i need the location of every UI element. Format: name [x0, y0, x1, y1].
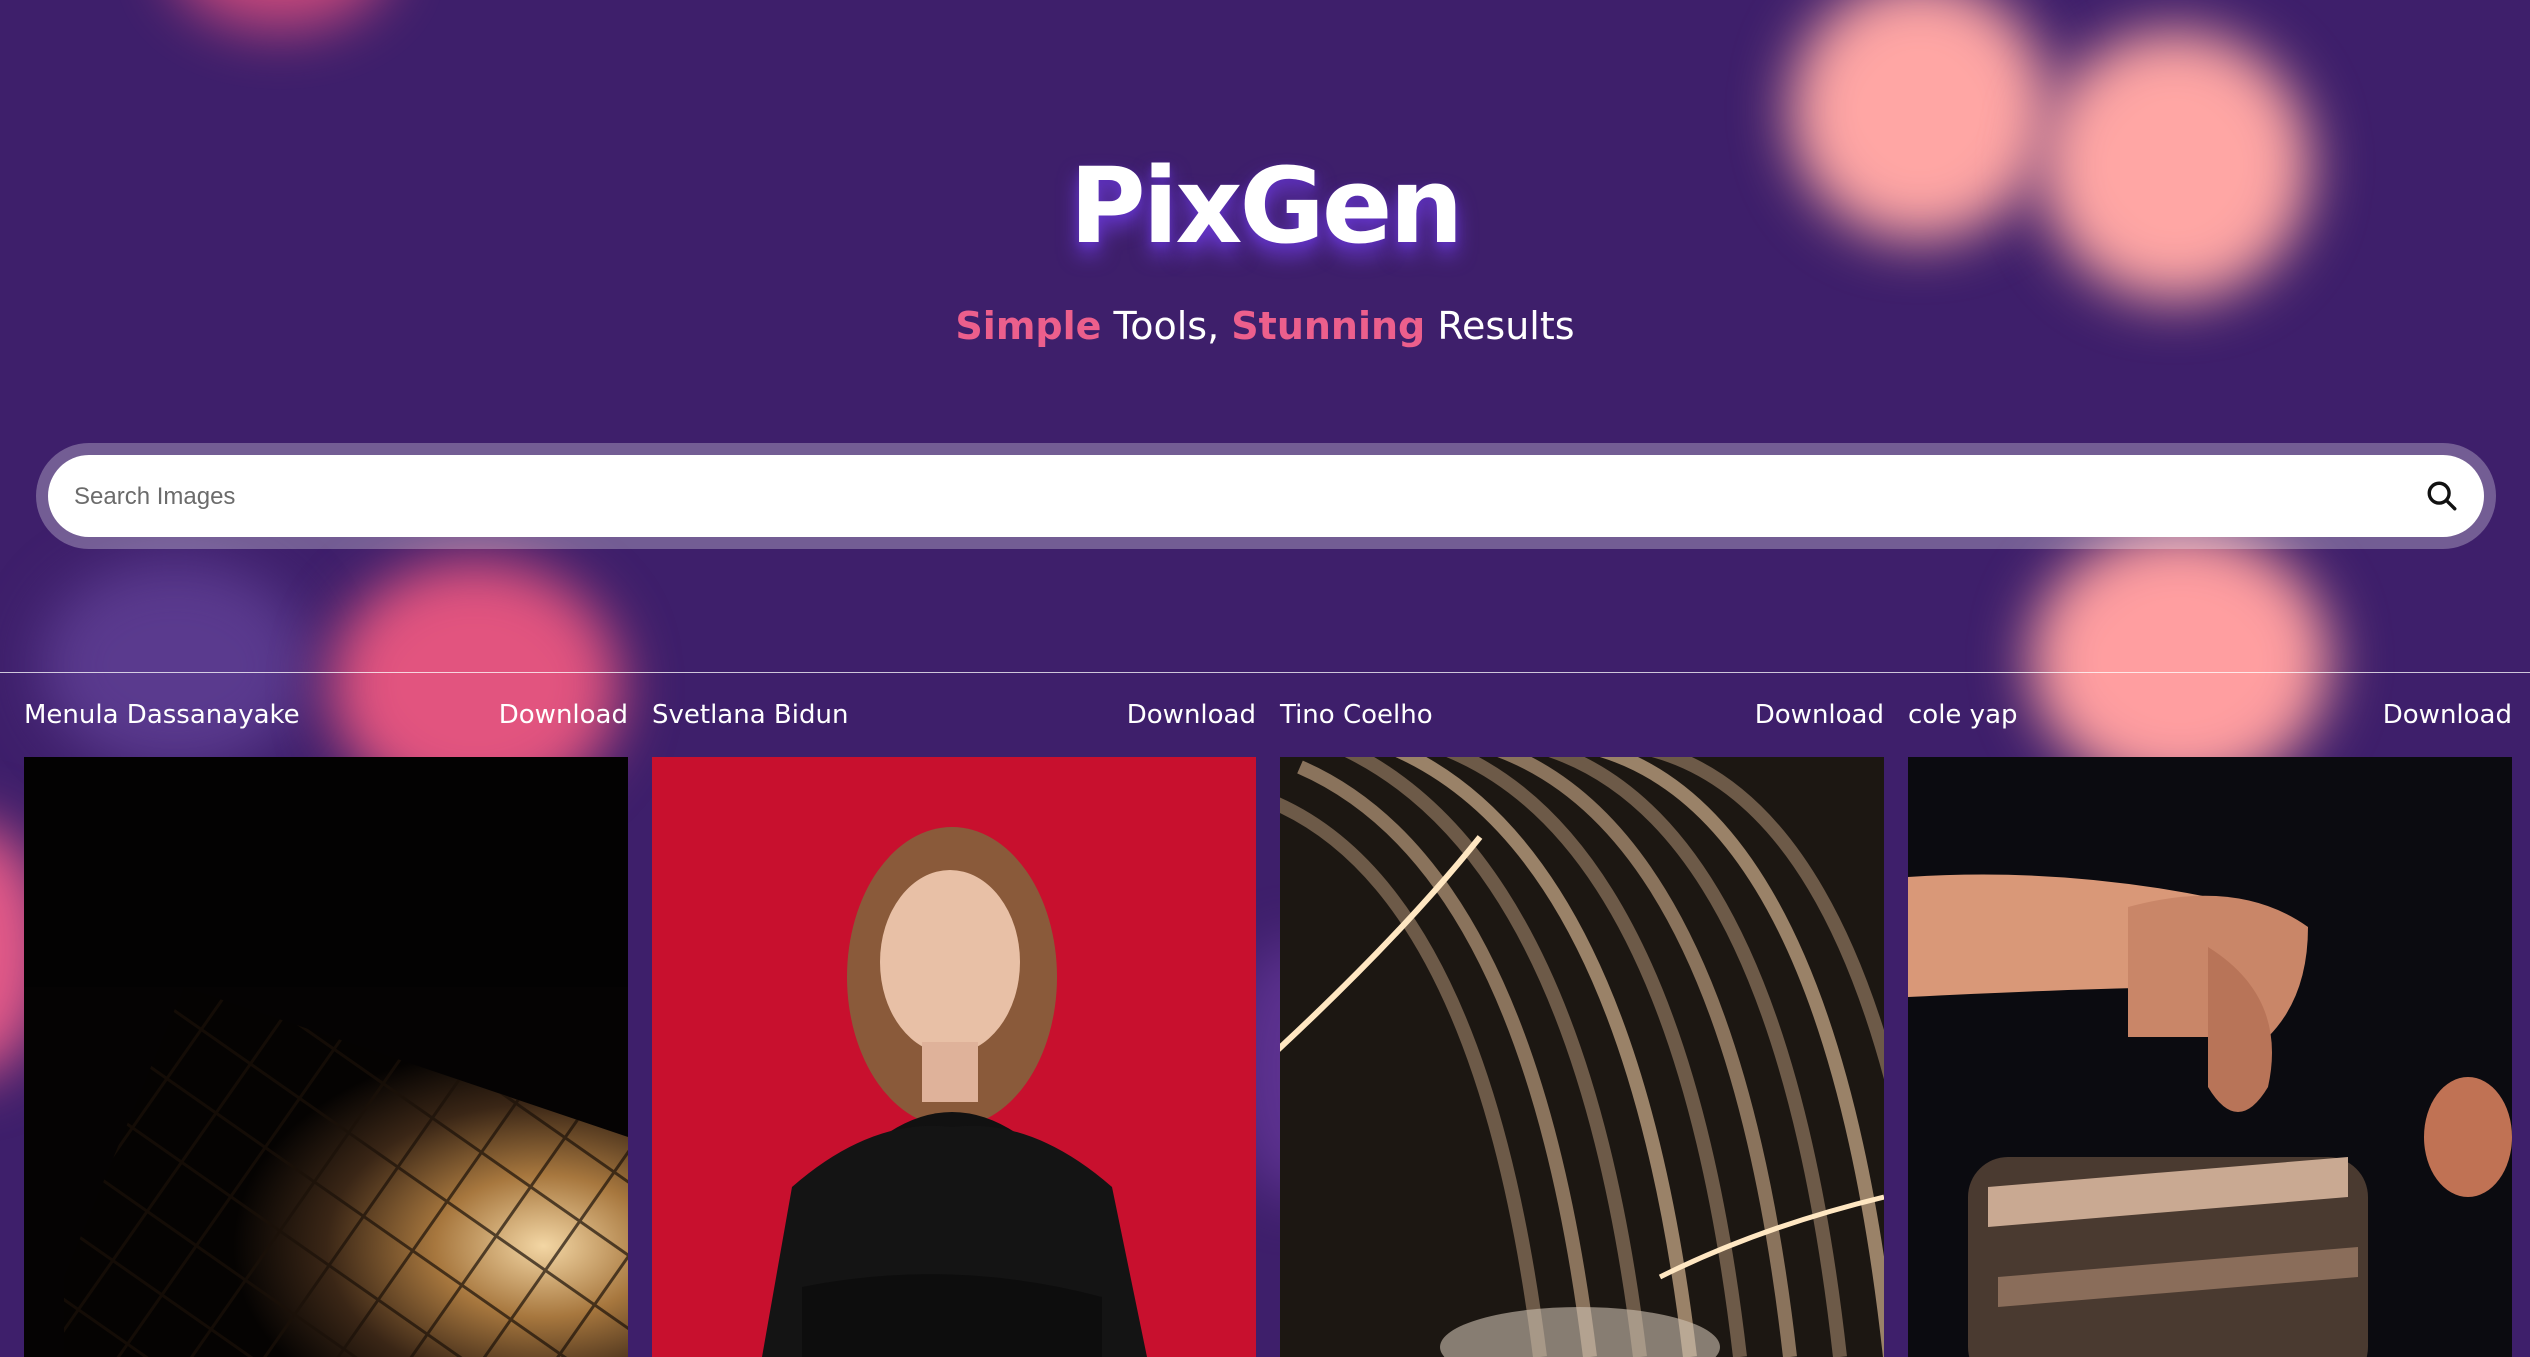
search-bar	[36, 443, 2496, 549]
result-card: cole yap Download	[1908, 696, 2512, 1357]
author-name[interactable]: Tino Coelho	[1280, 700, 1433, 730]
section-divider	[0, 672, 2530, 673]
result-card: Tino Coelho Download	[1280, 696, 1884, 1357]
result-image[interactable]	[1908, 757, 2512, 1357]
author-name[interactable]: Menula Dassanayake	[24, 700, 300, 730]
card-header: Svetlana Bidun Download	[652, 696, 1256, 736]
result-image[interactable]	[1280, 757, 1884, 1357]
search-input[interactable]	[72, 455, 2376, 539]
result-card: Svetlana Bidun Download	[652, 696, 1256, 1357]
search-box	[48, 455, 2484, 539]
hero-header: PixGen Simple Tools, Stunning Results	[0, 0, 2530, 672]
card-header: Menula Dassanayake Download	[24, 696, 628, 736]
card-header: cole yap Download	[1908, 696, 2512, 736]
result-image[interactable]	[24, 757, 628, 1357]
author-name[interactable]: Svetlana Bidun	[652, 700, 848, 730]
tagline-text-results: Results	[1425, 304, 1575, 348]
tagline-text-tools: Tools,	[1101, 304, 1232, 348]
download-link[interactable]: Download	[1755, 700, 1884, 730]
download-link[interactable]: Download	[499, 700, 628, 730]
search-button[interactable]	[2412, 466, 2472, 526]
result-image[interactable]	[652, 757, 1256, 1357]
download-link[interactable]: Download	[2383, 700, 2512, 730]
tagline-accent-stunning: Stunning	[1231, 304, 1426, 348]
app-logo: PixGen	[1069, 145, 1464, 267]
card-header: Tino Coelho Download	[1280, 696, 1884, 736]
result-card: Menula Dassanayake Download	[24, 696, 628, 1357]
tagline-accent-simple: Simple	[955, 304, 1102, 348]
download-link[interactable]: Download	[1127, 700, 1256, 730]
tagline: Simple Tools, Stunning Results	[0, 304, 2530, 348]
author-name[interactable]: cole yap	[1908, 700, 2018, 730]
search-icon	[2427, 481, 2457, 511]
